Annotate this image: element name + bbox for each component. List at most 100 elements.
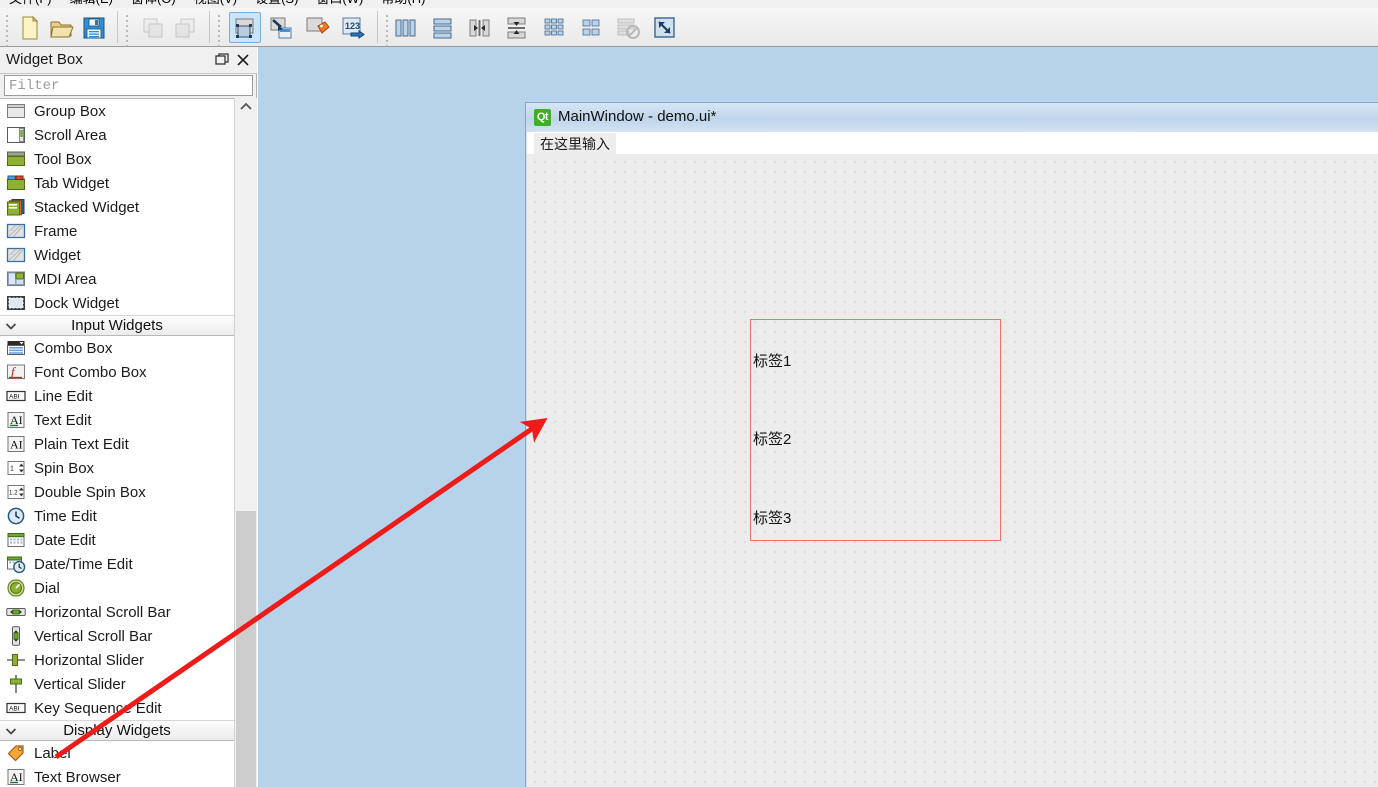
widget-box-category-input-widgets[interactable]: Input Widgets <box>0 315 234 336</box>
menu-help[interactable]: 帮助(H) <box>372 0 434 8</box>
widget-box-list[interactable]: Group Box Scroll Area Tool Box Tab Widget St… <box>0 98 257 787</box>
menu-form[interactable]: 窗体(O) <box>122 0 185 8</box>
layout-form-button[interactable] <box>538 12 570 43</box>
widget-box-item-double-spin-box[interactable]: 1.2 Double Spin Box <box>0 480 234 504</box>
widget-box-item-line-edit[interactable]: ABI Line Edit <box>0 384 234 408</box>
widget-box-item-scroll-area[interactable]: Scroll Area <box>0 123 234 147</box>
widget-box-item-dial[interactable]: Dial <box>0 576 234 600</box>
scrollbar-trough[interactable] <box>235 116 257 787</box>
form-canvas[interactable]: 标签1 标签2 标签3 <box>527 154 1378 787</box>
break-layout-button[interactable] <box>612 12 644 43</box>
layout-vertically-button[interactable] <box>427 12 459 43</box>
widget-box-item-label: Tool Box <box>34 150 92 168</box>
widget-box-item-label: Spin Box <box>34 459 95 477</box>
main-menubar[interactable]: 文件(F)编辑(E)窗体(O)视图(V)设置(S)窗口(W)帮助(H) <box>0 0 1378 8</box>
menu-settings[interactable]: 设置(S) <box>246 0 307 8</box>
adjust-size-button[interactable] <box>649 12 681 43</box>
widget-box-close-button[interactable] <box>234 51 252 69</box>
form-menubar[interactable]: 在这里输入 <box>527 132 1378 155</box>
widget-box-item-widget[interactable]: Widget <box>0 243 234 267</box>
widget-box-item-label: Label <box>34 744 71 762</box>
save-disk-icon <box>78 15 110 41</box>
widget-box-item-frame[interactable]: Frame <box>0 219 234 243</box>
widget-box-item-horizontal-scroll-bar[interactable]: Horizontal Scroll Bar <box>0 600 234 624</box>
widget-box-item-horizontal-slider[interactable]: Horizontal Slider <box>0 648 234 672</box>
widget-box-category-display-widgets[interactable]: Display Widgets <box>0 720 234 741</box>
scrollbar-thumb[interactable] <box>236 511 256 787</box>
widget-box-item-label: Time Edit <box>34 507 97 525</box>
menu-window[interactable]: 窗口(W) <box>307 0 372 8</box>
dial-icon <box>6 578 26 598</box>
form-label-3[interactable]: 标签3 <box>753 507 791 528</box>
toolbar-handle-edit[interactable] <box>124 12 130 47</box>
widget-box-item-mdi-area[interactable]: MDI Area <box>0 267 234 291</box>
form-menubar-placeholder[interactable]: 在这里输入 <box>534 133 616 155</box>
layout-horizontally-button[interactable] <box>390 12 422 43</box>
open-form-button[interactable] <box>46 12 78 43</box>
search-input[interactable] <box>5 76 252 96</box>
layout-splitter-horizontal-button[interactable] <box>464 12 496 43</box>
widget-box-item-font-combo-box[interactable]: f Font Combo Box <box>0 360 234 384</box>
menu-edit[interactable]: 编辑(E) <box>61 0 122 8</box>
edit-tab-order-button[interactable]: 123 <box>337 12 369 43</box>
widget-box-item-time-edit[interactable]: Time Edit <box>0 504 234 528</box>
widget-box-item-spin-box[interactable]: 1 Spin Box <box>0 456 234 480</box>
edit-widgets-button[interactable] <box>229 12 261 43</box>
widget-box-item-tab-widget[interactable]: Tab Widget <box>0 171 234 195</box>
buddies-icon <box>301 15 333 41</box>
scroll-area-icon <box>6 125 26 145</box>
time-edit-icon <box>6 506 26 526</box>
svg-text:ABI: ABI <box>9 394 20 401</box>
undo-icon <box>138 15 170 41</box>
widget-box-item-group-box[interactable]: Group Box <box>0 99 234 123</box>
chevron-down-icon <box>4 724 18 738</box>
widget-box-item-date-time-edit[interactable]: Date/Time Edit <box>0 552 234 576</box>
widget-box-item-dock-widget[interactable]: Dock Widget <box>0 291 234 315</box>
widget-box-item-label: Dial <box>34 579 60 597</box>
widget-box-item-text-edit[interactable]: AI Text Edit <box>0 408 234 432</box>
toolbar-handle-file[interactable] <box>4 12 10 47</box>
widget-box-item-tool-box[interactable]: Tool Box <box>0 147 234 171</box>
menu-file[interactable]: 文件(F) <box>0 0 61 8</box>
form-label-2[interactable]: 标签2 <box>753 428 791 449</box>
font-combo-box-icon: f <box>6 362 26 382</box>
layout-grid-button[interactable] <box>575 12 607 43</box>
mdi-area: Qt MainWindow - demo.ui* 在这里输入 标签1 标签2 标… <box>258 47 1378 787</box>
form-window-titlebar[interactable]: Qt MainWindow - demo.ui* <box>526 103 1378 132</box>
tab-widget-icon <box>6 173 26 193</box>
menu-view[interactable]: 视图(V) <box>185 0 246 8</box>
toolbar-separator-3 <box>377 11 378 43</box>
widget-box-item-plain-text-edit[interactable]: AI Plain Text Edit <box>0 432 234 456</box>
widget-box-item-date-edit[interactable]: Date Edit <box>0 528 234 552</box>
widget-icon <box>6 245 26 265</box>
dock-widget-icon <box>6 293 26 313</box>
widget-box-item-vertical-scroll-bar[interactable]: Vertical Scroll Bar <box>0 624 234 648</box>
edit-signals-slots-button[interactable] <box>265 12 297 43</box>
form-label-1[interactable]: 标签1 <box>753 350 791 371</box>
widget-box-item-label: Frame <box>34 222 78 240</box>
redo-button[interactable] <box>170 12 202 43</box>
undo-button[interactable] <box>138 12 170 43</box>
widget-box-float-button[interactable] <box>213 51 231 69</box>
form-window: Qt MainWindow - demo.ui* 在这里输入 标签1 标签2 标… <box>525 102 1378 787</box>
widget-box-item-combo-box[interactable]: Combo Box <box>0 336 234 360</box>
edit-buddies-button[interactable] <box>301 12 333 43</box>
text-browser-icon: AI <box>6 767 26 787</box>
widget-box-item-vertical-slider[interactable]: Vertical Slider <box>0 672 234 696</box>
widget-box-filter[interactable] <box>4 75 253 96</box>
widget-box-scrollbar[interactable] <box>234 98 257 787</box>
widget-box-item-key-sequence-edit[interactable]: ABI Key Sequence Edit <box>0 696 234 720</box>
widget-box-item-stacked-widget[interactable]: Stacked Widget <box>0 195 234 219</box>
widget-box-item-label: Scroll Area <box>34 126 107 144</box>
layout-splitter-vertical-button[interactable] <box>501 12 533 43</box>
widget-box-item-label: MDI Area <box>34 270 97 288</box>
scroll-up-button[interactable] <box>235 98 257 116</box>
widget-box-item-text-browser[interactable]: AI Text Browser <box>0 765 234 787</box>
tab-order-icon: 123 <box>337 15 369 41</box>
widget-box-item-label[interactable]: Label <box>0 741 234 765</box>
widget-box-titlebar: Widget Box <box>0 47 257 74</box>
new-form-button[interactable] <box>14 12 46 43</box>
save-form-button[interactable] <box>78 12 110 43</box>
line-edit-icon: ABI <box>6 386 26 406</box>
toolbar-handle-tools[interactable] <box>216 12 222 47</box>
